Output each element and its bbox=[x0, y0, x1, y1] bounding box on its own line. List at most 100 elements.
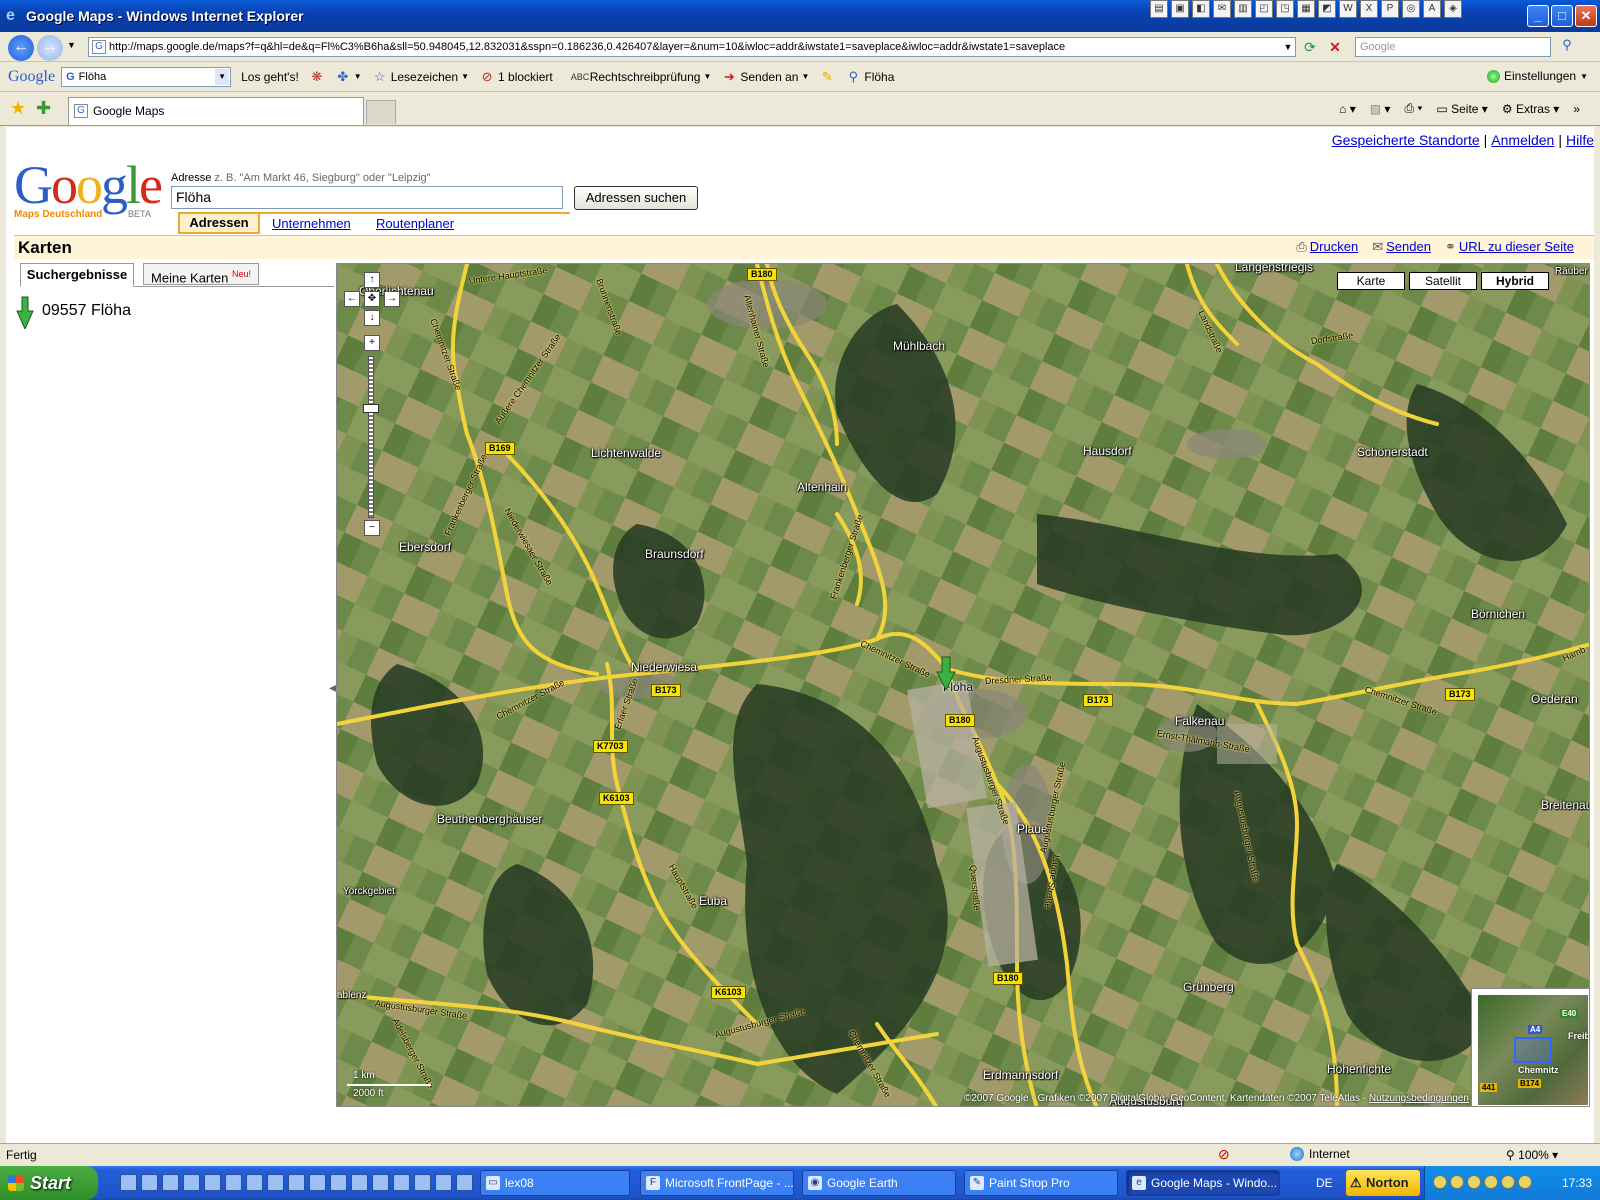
quicklaunch-icon[interactable] bbox=[330, 1174, 347, 1191]
quicklaunch-icon[interactable] bbox=[267, 1174, 284, 1191]
pan-up-button[interactable]: ↑ bbox=[364, 272, 380, 288]
sign-in-link[interactable]: Anmelden bbox=[1491, 132, 1554, 148]
quicklaunch-icon[interactable] bbox=[435, 1174, 452, 1191]
quicklaunch-icon[interactable] bbox=[288, 1174, 305, 1191]
app-icon[interactable]: ▦ bbox=[1297, 0, 1315, 18]
location-marker-icon[interactable] bbox=[934, 654, 958, 690]
refresh-button[interactable]: ⟳ bbox=[1300, 38, 1320, 58]
zoom-slider-thumb[interactable] bbox=[363, 404, 379, 413]
google-toolbar-logo[interactable]: Google bbox=[8, 68, 55, 86]
tab-adressen[interactable]: Adressen bbox=[178, 212, 260, 234]
url-input[interactable]: G http://maps.google.de/maps?f=q&hl=de&q… bbox=[88, 37, 1296, 57]
overview-viewport-rect[interactable] bbox=[1514, 1037, 1552, 1063]
app-icon[interactable]: ◳ bbox=[1276, 0, 1294, 18]
app-icon[interactable]: ◈ bbox=[1444, 0, 1462, 18]
home-button[interactable]: ⌂ ▾ bbox=[1339, 102, 1356, 116]
tab-unternehmen[interactable]: Unternehmen bbox=[272, 214, 351, 234]
tab-my-maps[interactable]: Meine Karten Neu! bbox=[143, 263, 259, 285]
popup-blocker-status-icon[interactable]: ⊘ bbox=[1218, 1146, 1230, 1163]
google-maps-logo[interactable]: Google bbox=[14, 157, 163, 213]
app-icon[interactable]: ▥ bbox=[1234, 0, 1252, 18]
map-viewport[interactable]: Oberlichtenau Langenstriegis Mühlbach Li… bbox=[336, 263, 1590, 1107]
taskbar-item-lex08[interactable]: ▭ lex08 bbox=[480, 1170, 630, 1196]
tray-icon[interactable] bbox=[1501, 1175, 1515, 1189]
start-button[interactable]: Start bbox=[0, 1166, 98, 1200]
quicklaunch-icon[interactable] bbox=[120, 1174, 137, 1191]
access-icon[interactable]: A bbox=[1423, 0, 1441, 18]
tray-icon[interactable] bbox=[1484, 1175, 1498, 1189]
chevron-down-icon[interactable]: ▼ bbox=[215, 68, 230, 85]
tab-routenplaner[interactable]: Routenplaner bbox=[376, 214, 454, 234]
taskbar-item-frontpage[interactable]: F Microsoft FrontPage - ... bbox=[640, 1170, 794, 1196]
quicklaunch-icon[interactable] bbox=[183, 1174, 200, 1191]
terms-link[interactable]: Nutzungsbedingungen bbox=[1369, 1093, 1469, 1104]
tray-icon[interactable] bbox=[1433, 1175, 1447, 1189]
toolbar-pagerank-button[interactable]: ✤ ▼ bbox=[335, 69, 361, 85]
quicklaunch-icon[interactable] bbox=[141, 1174, 158, 1191]
new-tab-button[interactable] bbox=[366, 100, 396, 124]
print-button[interactable]: ⎙ ▾ bbox=[1404, 101, 1422, 116]
address-search-input[interactable]: Flöha bbox=[171, 186, 563, 209]
security-zone[interactable]: Internet bbox=[1290, 1147, 1350, 1161]
norton-button[interactable]: Norton bbox=[1346, 1170, 1420, 1196]
zoom-in-button[interactable]: + bbox=[364, 335, 380, 351]
quicklaunch-icon[interactable] bbox=[414, 1174, 431, 1191]
app-icon[interactable]: ▤ bbox=[1150, 0, 1168, 18]
history-dropdown-icon[interactable]: ▼ bbox=[67, 40, 76, 50]
pan-center-button[interactable]: ✥ bbox=[364, 291, 380, 307]
quicklaunch-icon[interactable] bbox=[456, 1174, 473, 1191]
quicklaunch-icon[interactable] bbox=[162, 1174, 179, 1191]
saved-locations-link[interactable]: Gespeicherte Standorte bbox=[1332, 132, 1480, 148]
link-to-page-link[interactable]: ⚭ URL zu dieser Seite bbox=[1445, 239, 1574, 255]
app-icon[interactable]: ◎ bbox=[1402, 0, 1420, 18]
print-link[interactable]: ⎙ Drucken bbox=[1296, 239, 1358, 255]
minimize-button[interactable]: _ bbox=[1527, 5, 1549, 27]
quicklaunch-icon[interactable] bbox=[225, 1174, 242, 1191]
extras-menu[interactable]: ⚙ Extras ▾ bbox=[1502, 102, 1559, 116]
map-type-hybrid-button[interactable]: Hybrid bbox=[1481, 272, 1549, 290]
toolbar-popup-blocker[interactable]: ⊘ 1 blockiert bbox=[479, 69, 553, 85]
close-button[interactable]: ✕ bbox=[1575, 5, 1597, 27]
quicklaunch-icon[interactable] bbox=[351, 1174, 368, 1191]
tray-icon[interactable] bbox=[1518, 1175, 1532, 1189]
language-indicator[interactable]: DE bbox=[1316, 1176, 1333, 1190]
pan-left-button[interactable]: ← bbox=[344, 291, 360, 307]
toolbar-news-button[interactable]: ❋ bbox=[309, 69, 325, 85]
tab-search-results[interactable]: Suchergebnisse bbox=[20, 263, 134, 287]
zoom-out-button[interactable]: − bbox=[364, 520, 380, 536]
send-link[interactable]: ✉ Senden bbox=[1372, 239, 1431, 255]
feeds-button[interactable]: ▧ ▾ bbox=[1370, 102, 1391, 116]
toolbar-go-button[interactable]: Los geht's! bbox=[241, 70, 299, 84]
overview-map[interactable]: Chemnitz Freib E40 A4 B174 441 bbox=[1471, 988, 1589, 1106]
map-type-satellit-button[interactable]: Satellit bbox=[1409, 272, 1477, 290]
help-link[interactable]: Hilfe bbox=[1566, 132, 1594, 148]
map-type-karte-button[interactable]: Karte bbox=[1337, 272, 1405, 290]
more-chevron-icon[interactable]: » bbox=[1573, 102, 1580, 116]
excel-icon[interactable]: X bbox=[1360, 0, 1378, 18]
toolbar-bookmarks-button[interactable]: ☆ Lesezeichen ▼ bbox=[372, 69, 469, 85]
toolbar-send-button[interactable]: ➜ Senden an ▼ bbox=[721, 69, 809, 85]
tray-icon[interactable] bbox=[1467, 1175, 1481, 1189]
add-favorite-icon[interactable]: ✚ bbox=[36, 98, 51, 119]
quicklaunch-icon[interactable] bbox=[309, 1174, 326, 1191]
page-menu[interactable]: ▭ Seite ▾ bbox=[1436, 102, 1487, 116]
tray-icon[interactable] bbox=[1450, 1175, 1464, 1189]
quicklaunch-icon[interactable] bbox=[393, 1174, 410, 1191]
zoom-slider-track[interactable] bbox=[368, 356, 374, 518]
toolbar-search-term-button[interactable]: ⚲ Flöha bbox=[845, 69, 895, 85]
favorites-star-icon[interactable]: ★ bbox=[10, 98, 26, 119]
zoom-level-control[interactable]: ⚲ 100% ▾ bbox=[1506, 1148, 1558, 1162]
toolbar-highlight-button[interactable]: ✎ bbox=[819, 69, 835, 85]
back-button[interactable]: ← bbox=[8, 35, 34, 61]
maximize-button[interactable]: □ bbox=[1551, 5, 1573, 27]
toolbar-settings-button[interactable]: Einstellungen ▼ bbox=[1487, 69, 1588, 83]
taskbar-item-google-earth[interactable]: ◉ Google Earth bbox=[802, 1170, 956, 1196]
search-result-item[interactable]: 09557 Flöha bbox=[42, 302, 131, 320]
quicklaunch-icon[interactable] bbox=[372, 1174, 389, 1191]
pan-down-button[interactable]: ↓ bbox=[364, 310, 380, 326]
word-icon[interactable]: W bbox=[1339, 0, 1357, 18]
url-dropdown-icon[interactable]: ▼ bbox=[1280, 38, 1296, 56]
quicklaunch-icon[interactable] bbox=[204, 1174, 221, 1191]
google-toolbar-search-input[interactable]: G Flöha ▼ bbox=[61, 66, 232, 87]
clock[interactable]: 17:33 bbox=[1562, 1176, 1592, 1190]
